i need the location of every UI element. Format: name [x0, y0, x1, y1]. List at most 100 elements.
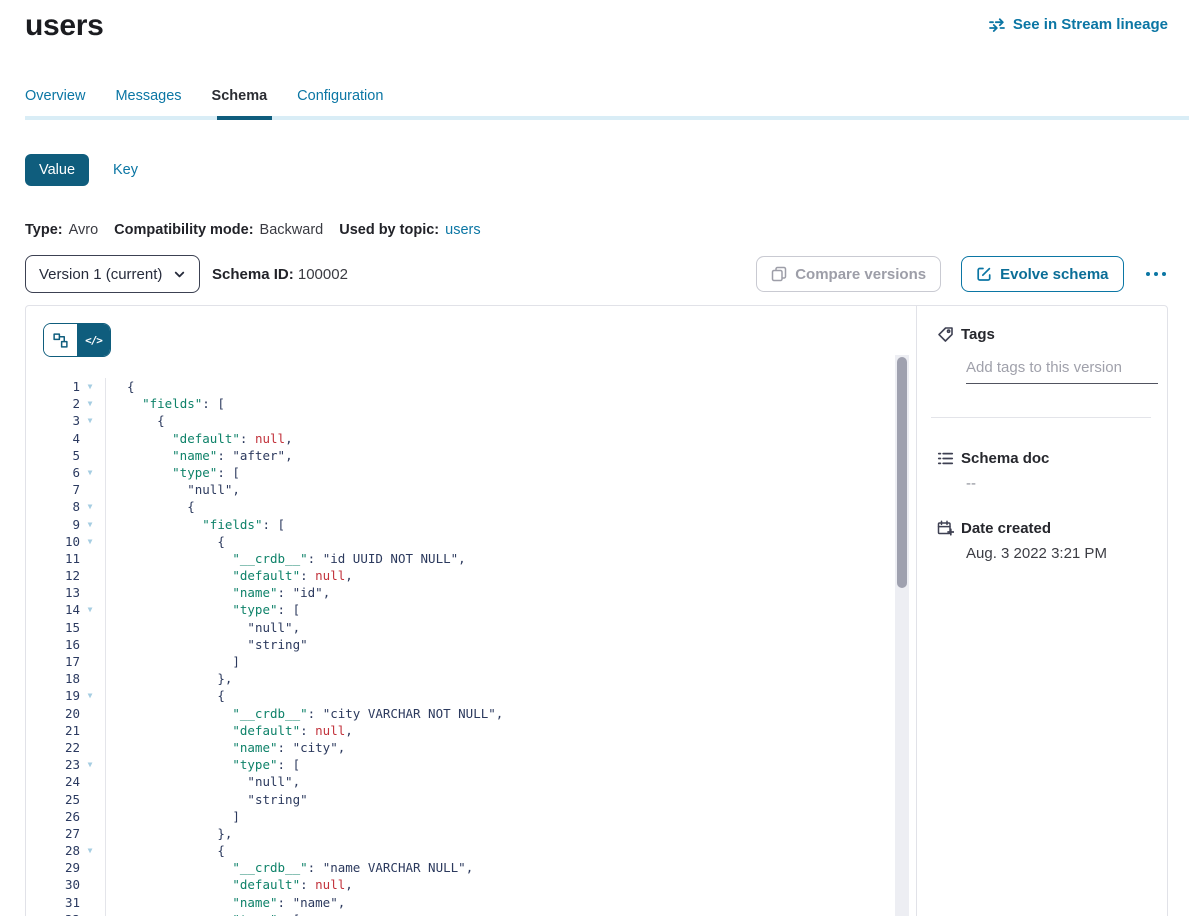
fold-spacer [80, 567, 100, 584]
code-line: 3▼ { [43, 412, 916, 429]
code-line: 4 "default": null, [43, 430, 916, 447]
code-text: "name": "id", [105, 584, 916, 601]
code-text: { [105, 498, 916, 515]
code-line: 15 "null", [43, 619, 916, 636]
code-text: { [105, 842, 916, 859]
line-number: 19 [43, 687, 80, 704]
code-text: "default": null, [105, 430, 916, 447]
fold-spacer [80, 739, 100, 756]
line-number: 27 [43, 825, 80, 842]
code-text: "__crdb__": "name VARCHAR NULL", [105, 859, 916, 876]
version-select-value: Version 1 (current) [39, 266, 162, 283]
schema-detail-panel: </> 1▼{2▼ "fields": [3▼ {4 "default": nu… [25, 305, 1168, 916]
code-text: "string" [105, 791, 916, 808]
tab-configuration[interactable]: Configuration [297, 88, 383, 104]
tab-overview[interactable]: Overview [25, 88, 85, 104]
code-text: "__crdb__": "id UUID NOT NULL", [105, 550, 916, 567]
fold-toggle-icon[interactable]: ▼ [80, 911, 100, 916]
code-text: "type": [ [105, 756, 916, 773]
compare-versions-icon [771, 266, 787, 282]
code-line: 13 "name": "id", [43, 584, 916, 601]
line-number: 9 [43, 516, 80, 533]
fold-toggle-icon[interactable]: ▼ [80, 412, 100, 429]
fold-toggle-icon[interactable]: ▼ [80, 395, 100, 412]
line-number: 24 [43, 773, 80, 790]
fold-toggle-icon[interactable]: ▼ [80, 601, 100, 618]
tab-underline-track [25, 116, 1189, 120]
fold-toggle-icon[interactable]: ▼ [80, 842, 100, 859]
compare-versions-button[interactable]: Compare versions [756, 256, 941, 292]
tab-schema[interactable]: Schema [212, 88, 268, 104]
more-actions-button[interactable] [1144, 268, 1169, 281]
tab-messages[interactable]: Messages [115, 88, 181, 104]
evolve-schema-button[interactable]: Evolve schema [961, 256, 1123, 292]
tab-bar: Overview Messages Schema Configuration [25, 88, 1168, 104]
fold-toggle-icon[interactable]: ▼ [80, 687, 100, 704]
code-text: "type": [ [105, 911, 916, 916]
scrollbar-thumb[interactable] [897, 357, 907, 588]
line-number: 17 [43, 653, 80, 670]
line-number: 2 [43, 395, 80, 412]
key-toggle-button[interactable]: Key [113, 162, 138, 178]
fold-spacer [80, 859, 100, 876]
line-number: 22 [43, 739, 80, 756]
schema-view-toggle: </> [43, 323, 111, 357]
date-created-section: Date created Aug. 3 2022 3:21 PM [937, 520, 1151, 562]
line-number: 20 [43, 705, 80, 722]
fold-toggle-icon[interactable]: ▼ [80, 378, 100, 395]
fold-spacer [80, 619, 100, 636]
line-number: 18 [43, 670, 80, 687]
fold-spacer [80, 430, 100, 447]
code-scrollbar[interactable] [895, 355, 909, 916]
code-text: "null", [105, 481, 916, 498]
code-line: 20 "__crdb__": "city VARCHAR NOT NULL", [43, 705, 916, 722]
code-line: 19▼ { [43, 687, 916, 704]
code-text: "string" [105, 636, 916, 653]
schema-page: users See in Stream lineage Overview Mes… [0, 0, 1189, 916]
line-number: 21 [43, 722, 80, 739]
fold-toggle-icon[interactable]: ▼ [80, 498, 100, 515]
code-text: { [105, 533, 916, 550]
schema-code-pane: </> 1▼{2▼ "fields": [3▼ {4 "default": nu… [26, 306, 917, 916]
code-text: { [105, 412, 916, 429]
line-number: 14 [43, 601, 80, 618]
code-line: 2▼ "fields": [ [43, 395, 916, 412]
code-text: "null", [105, 619, 916, 636]
stream-lineage-icon [989, 18, 1006, 32]
line-number: 7 [43, 481, 80, 498]
stream-lineage-link[interactable]: See in Stream lineage [989, 16, 1168, 33]
code-text: { [105, 687, 916, 704]
fold-spacer [80, 722, 100, 739]
version-select[interactable]: Version 1 (current) [25, 255, 200, 293]
code-text: }, [105, 670, 916, 687]
line-number: 15 [43, 619, 80, 636]
fold-spacer [80, 447, 100, 464]
value-toggle-button[interactable]: Value [25, 154, 89, 186]
active-tab-indicator [217, 116, 272, 120]
line-number: 4 [43, 430, 80, 447]
value-key-toggle: Value Key [25, 154, 1168, 186]
line-number: 23 [43, 756, 80, 773]
code-text: ] [105, 808, 916, 825]
fold-toggle-icon[interactable]: ▼ [80, 516, 100, 533]
topic-link[interactable]: users [445, 222, 480, 238]
code-line: 29 "__crdb__": "name VARCHAR NULL", [43, 859, 916, 876]
fold-spacer [80, 808, 100, 825]
fold-toggle-icon[interactable]: ▼ [80, 464, 100, 481]
tags-title: Tags [961, 326, 995, 343]
code-line: 18 }, [43, 670, 916, 687]
code-view-icon: </> [85, 334, 102, 347]
stream-lineage-label: See in Stream lineage [1013, 16, 1168, 33]
code-text: "default": null, [105, 567, 916, 584]
line-number: 28 [43, 842, 80, 859]
code-text: "__crdb__": "city VARCHAR NOT NULL", [105, 705, 916, 722]
code-text: ] [105, 653, 916, 670]
compatibility-mode: Compatibility mode: Backward [114, 222, 323, 238]
line-number: 10 [43, 533, 80, 550]
fold-toggle-icon[interactable]: ▼ [80, 756, 100, 773]
schema-actions: Compare versions Evolve schema [756, 256, 1168, 292]
fold-toggle-icon[interactable]: ▼ [80, 533, 100, 550]
tree-view-button[interactable] [44, 324, 77, 356]
add-tags-input[interactable] [966, 359, 1158, 384]
code-view-button[interactable]: </> [77, 324, 110, 356]
